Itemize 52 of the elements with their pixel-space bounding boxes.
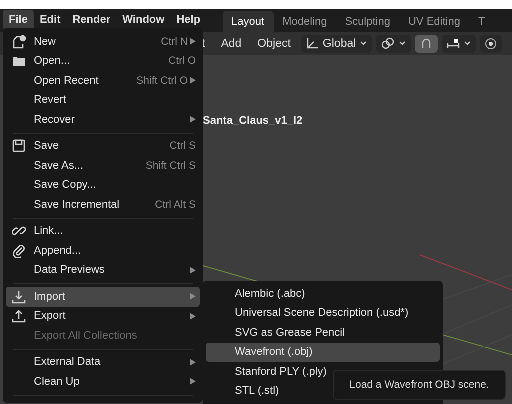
object-name-label: Santa_Claus_v1_l2 [203,115,303,127]
orientation-dropdown[interactable]: Global [300,34,372,52]
paperclip-icon [12,244,26,258]
menu-item[interactable]: Clean Up [6,372,200,392]
menu-button[interactable]: Edit [34,10,67,30]
menu-item[interactable]: Export [6,306,200,326]
menu-item[interactable]: Save Copy... [6,176,200,195]
target-circle-icon [485,38,498,50]
menu-item[interactable]: Recover [6,110,200,130]
submenu-item[interactable]: Alembic (.abc) [206,284,440,304]
menu-button[interactable]: Render [66,10,117,30]
menu-item[interactable]: Revert [6,90,200,110]
download-icon [12,290,26,304]
workspace-tab[interactable]: Layout [222,11,274,32]
menu-item[interactable]: Save Ctrl S [6,136,200,156]
snap-target-dropdown[interactable] [442,34,476,52]
menu-button[interactable]: Help [170,10,207,30]
upload-icon [12,309,26,324]
menu-button[interactable]: Window [116,10,171,30]
menu-item[interactable]: Save As... Shift Ctrl S [6,156,200,176]
toolbar-menu[interactable]: Add [215,38,248,50]
workspace-tab[interactable]: Modeling [274,11,336,32]
submenu-item[interactable]: SVG as Grease Pencil [206,323,440,342]
tooltip: Load a Wavefront OBJ scene. [333,370,506,400]
axes-icon [306,37,319,50]
magnet-icon [420,37,434,50]
link-icon [381,37,396,50]
menu-item[interactable]: Open Recent Shift Ctrl O [6,71,200,90]
folder-icon [12,54,26,68]
pivot-dropdown[interactable] [376,34,412,52]
new-file-icon [12,34,26,49]
menu-button[interactable]: File [3,10,34,30]
menu-item[interactable]: Save Incremental Ctrl Alt S [6,195,200,214]
workspace-tab[interactable]: UV Editing [399,11,470,32]
proportional-edit-toggle[interactable] [480,34,502,52]
menu-item[interactable]: External Data [6,352,200,372]
submenu-item[interactable]: Wavefront (.obj) [206,342,440,362]
toolbar-menu[interactable]: Object [252,38,297,50]
menu-item[interactable]: Link... [6,222,200,241]
workspace-tab[interactable]: T [469,11,494,32]
caret-icon [360,41,368,46]
snap-toggle[interactable] [415,34,438,52]
snap-target-icon [447,38,460,49]
caret-icon [464,41,472,46]
menu-item[interactable]: Data Previews [6,260,200,280]
menu-item[interactable]: New Ctrl N [6,32,200,52]
submenu-item[interactable]: Universal Scene Description (.usd*) [206,304,440,323]
menu-item[interactable]: Append... [6,241,200,260]
menu-item[interactable]: Open... Ctrl O [6,52,200,71]
menu-item[interactable]: Import [6,287,200,306]
workspace-tab[interactable]: Sculpting [336,11,400,32]
caret-icon [399,41,406,46]
